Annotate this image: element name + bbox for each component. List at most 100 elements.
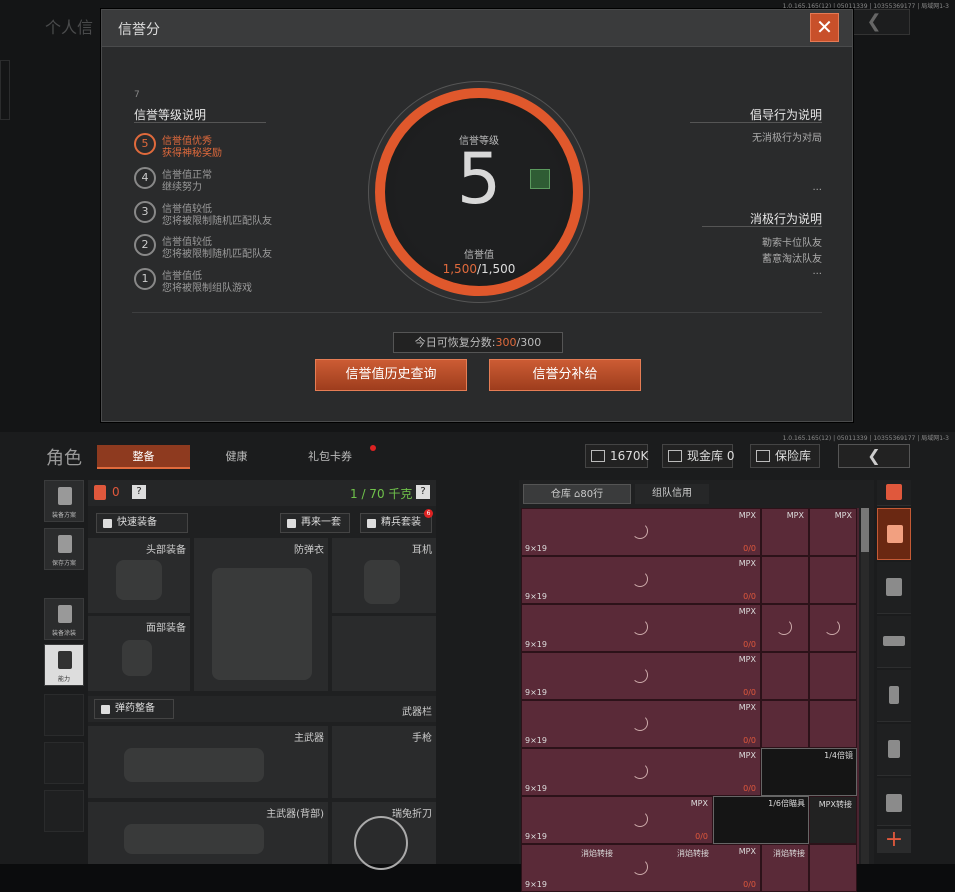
category-ammo[interactable] [877, 670, 911, 722]
save-plan-button[interactable]: 保存方案 [44, 528, 84, 570]
elite-set-button[interactable]: 精兵套装 [360, 513, 432, 533]
category-gear[interactable] [877, 562, 911, 614]
warehouse-panel: 仓库 ⌂80行 组队信用 9×19 MPX 0/0 MPX MPX 9×19 MPX 0/0 9… [519, 480, 874, 892]
primary-back-slot[interactable]: 主武器(背部) [88, 802, 328, 864]
recover-current: 300 [495, 336, 517, 349]
warehouse-cell[interactable] [761, 652, 809, 700]
background-page-title: 个人信 [45, 18, 94, 37]
headset-slot[interactable]: 耳机 [332, 538, 436, 613]
again-set-button[interactable]: 再来一套 [280, 513, 350, 533]
level-item-3: 3 信誉值较低 您将被限制随机匹配队友 [134, 199, 334, 229]
credit-dialog-screen: 个人信 1.0.165.165(12) | 05011339 | 1035536… [0, 0, 955, 432]
warehouse-grid: 9×19 MPX 0/0 MPX MPX 9×19 MPX 0/0 9×19 MPX 0/0 9×19… [521, 508, 859, 892]
weight-display: 1 / 70 千克 [350, 487, 413, 501]
caliber-label: 9×19 [525, 832, 547, 841]
ability-button[interactable]: 能力 [44, 644, 84, 686]
warehouse-item[interactable]: 9×19 MPX 0/0 [521, 604, 761, 652]
warehouse-cell[interactable] [761, 556, 809, 604]
face-slot[interactable]: 面部装备 [88, 616, 190, 691]
scrollbar-thumb[interactable] [861, 508, 869, 552]
empty-slot [44, 742, 84, 784]
level-item-2: 2 信誉值较低 您将被限制随机匹配队友 [134, 232, 334, 262]
add-category-button[interactable]: + [877, 829, 911, 853]
warehouse-item[interactable]: 9×19 MPX 0/0 [521, 748, 761, 796]
elite-set-label: 精兵套装 [381, 517, 421, 528]
bottle-icon [888, 740, 900, 758]
category-all[interactable] [877, 508, 911, 560]
item-count: 0/0 [743, 736, 756, 745]
bottom-item-label: 消焰转接 [677, 849, 709, 858]
tab-health[interactable]: 健康 [199, 445, 274, 469]
credit-level-ring: 信誉等级 5 信誉值 1,500/1,500 [375, 88, 583, 296]
warehouse-cell[interactable] [761, 604, 809, 652]
credit-supplement-button[interactable]: 信誉分补给 [489, 359, 641, 391]
warehouse-item[interactable]: 9×19 MPX 0/0 [521, 652, 761, 700]
level-desc: 您将被限制组队游戏 [162, 283, 252, 294]
credit-history-button[interactable]: 信誉值历史查询 [315, 359, 467, 391]
money-display[interactable]: 1670K [585, 444, 648, 468]
cash-vault-button[interactable]: 现金库 0 [662, 444, 734, 468]
vest-slot[interactable]: 防弹衣 [194, 538, 328, 691]
bottom-item-label: 消焰转接 [773, 849, 805, 858]
download-icon [58, 535, 72, 553]
scope-item[interactable]: 1/6倍瞄具 [713, 796, 809, 844]
category-consumable[interactable] [877, 724, 911, 776]
pistol-slot[interactable]: 手枪 [332, 726, 436, 798]
warehouse-cell[interactable] [809, 604, 857, 652]
warehouse-cell[interactable] [761, 700, 809, 748]
category-misc[interactable] [877, 778, 911, 826]
ammo-prep-button[interactable]: 弹药整备 [94, 699, 174, 719]
warehouse-item[interactable]: 9×19 MPX 0/0 [521, 700, 761, 748]
tab-loadout[interactable]: 整备 [97, 445, 190, 469]
sort-button[interactable] [877, 480, 911, 506]
warehouse-scrollbar[interactable] [861, 508, 869, 864]
score-current: 1,500 [442, 262, 477, 276]
knife-icon [354, 816, 408, 870]
shield-icon [367, 519, 376, 528]
loadout-plan-button[interactable]: 装备方案 [44, 480, 84, 522]
adapter-item[interactable]: MPX转接 [809, 796, 857, 844]
slot-label: 面部装备 [146, 623, 186, 634]
bg-small-number: 7 [134, 90, 140, 100]
empty-gear-slot[interactable] [332, 616, 436, 691]
caliber-label: 9×19 [525, 592, 547, 601]
help-icon[interactable]: ? [132, 485, 146, 499]
back-button[interactable]: ❮ [838, 444, 910, 468]
safe-box-button[interactable]: 保险库 [750, 444, 820, 468]
warehouse-item[interactable]: 9×19 MPX 0/0 [521, 556, 761, 604]
level-number: 1 [134, 268, 156, 290]
warehouse-cell[interactable]: MPX [809, 508, 857, 556]
quick-equip-button[interactable]: 快速装备 [96, 513, 188, 533]
side-label: 装备涂装 [51, 630, 76, 637]
warehouse-cell[interactable] [809, 652, 857, 700]
melee-slot[interactable]: 瑞兔折刀 [332, 802, 436, 870]
warehouse-item[interactable]: 9×19 MPX 0/0 [521, 844, 761, 892]
help-icon[interactable]: ? [416, 485, 430, 499]
item-name: MPX [738, 847, 756, 856]
item-count: 0/0 [743, 784, 756, 793]
tab-warehouse[interactable]: 仓库 ⌂80行 [523, 484, 631, 504]
tab-team-credit[interactable]: 组队信用 [635, 484, 709, 504]
scope-item[interactable]: 1/4倍镜 [761, 748, 857, 796]
negative-line: 勒索卡位队友 [762, 238, 822, 249]
warehouse-cell[interactable]: MPX [761, 508, 809, 556]
helmet-slot[interactable]: 头部装备 [88, 538, 190, 613]
item-name: MPX [834, 511, 852, 520]
close-button[interactable]: ✕ [810, 13, 839, 42]
warehouse-item[interactable]: 9×19 MPX 0/0 [521, 508, 761, 556]
safe-icon [756, 450, 770, 462]
tab-gift-cards[interactable]: 礼包卡券 [290, 445, 370, 469]
vest-icon [58, 487, 72, 505]
positive-line: 无消极行为对局 [752, 133, 822, 144]
close-icon: ✕ [816, 15, 833, 39]
skin-button[interactable]: 装备涂装 [44, 598, 84, 640]
primary-weapon-slot[interactable]: 主武器 [88, 726, 328, 798]
warehouse-cell[interactable] [809, 556, 857, 604]
warehouse-cell[interactable] [809, 700, 857, 748]
divider [132, 312, 822, 313]
rifle-icon [883, 636, 905, 646]
modal-title: 信誉分 [118, 22, 160, 38]
warehouse-cell[interactable] [809, 844, 857, 892]
warehouse-item[interactable]: 9×19 MPX 0/0 [521, 796, 713, 844]
category-weapon[interactable] [877, 616, 911, 668]
